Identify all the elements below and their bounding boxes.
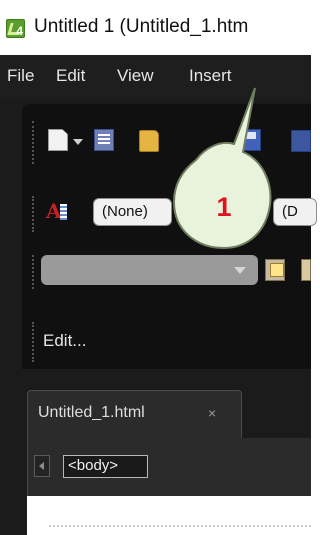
menu-file[interactable]: File <box>7 66 34 86</box>
body-tag-button[interactable]: <body> <box>63 455 148 478</box>
paste-icon[interactable] <box>265 259 285 281</box>
toolbar-grip[interactable] <box>32 255 36 289</box>
format-combo[interactable] <box>41 255 258 285</box>
window-title: Untitled 1 (Untitled_1.htm <box>34 16 249 37</box>
close-icon[interactable]: × <box>208 405 216 421</box>
new-document-dropdown-icon[interactable] <box>73 139 83 145</box>
open-folder-icon[interactable] <box>139 130 159 152</box>
font-select[interactable]: (D <box>273 198 317 226</box>
menu-bar: File Edit View Insert <box>0 55 311 99</box>
menu-edit[interactable]: Edit <box>56 66 85 86</box>
title-bar: Untitled 1 (Untitled_1.htm <box>0 0 311 55</box>
app-icon <box>6 19 25 38</box>
edit-button[interactable]: Edit... <box>43 331 86 351</box>
save-icon[interactable] <box>241 129 261 151</box>
chevron-down-icon <box>234 267 246 274</box>
editor-guide-line <box>49 525 311 527</box>
template-icon[interactable] <box>94 129 114 151</box>
editor-area[interactable] <box>27 496 311 535</box>
toolbar-icon[interactable] <box>301 259 311 281</box>
toolbar-grip[interactable] <box>32 196 36 232</box>
menu-view[interactable]: View <box>117 66 154 86</box>
document-tab-label: Untitled_1.html <box>38 404 145 421</box>
toolbar-grip[interactable] <box>32 322 36 362</box>
callout-number: 1 <box>216 192 232 222</box>
toolbar-grip[interactable] <box>32 121 36 164</box>
style-select[interactable]: (None) <box>93 198 172 226</box>
save-all-icon[interactable] <box>291 130 311 152</box>
menu-insert[interactable]: Insert <box>189 66 232 86</box>
scroll-left-icon[interactable] <box>34 455 50 477</box>
new-document-icon[interactable] <box>48 129 68 151</box>
style-icon[interactable] <box>46 199 67 223</box>
